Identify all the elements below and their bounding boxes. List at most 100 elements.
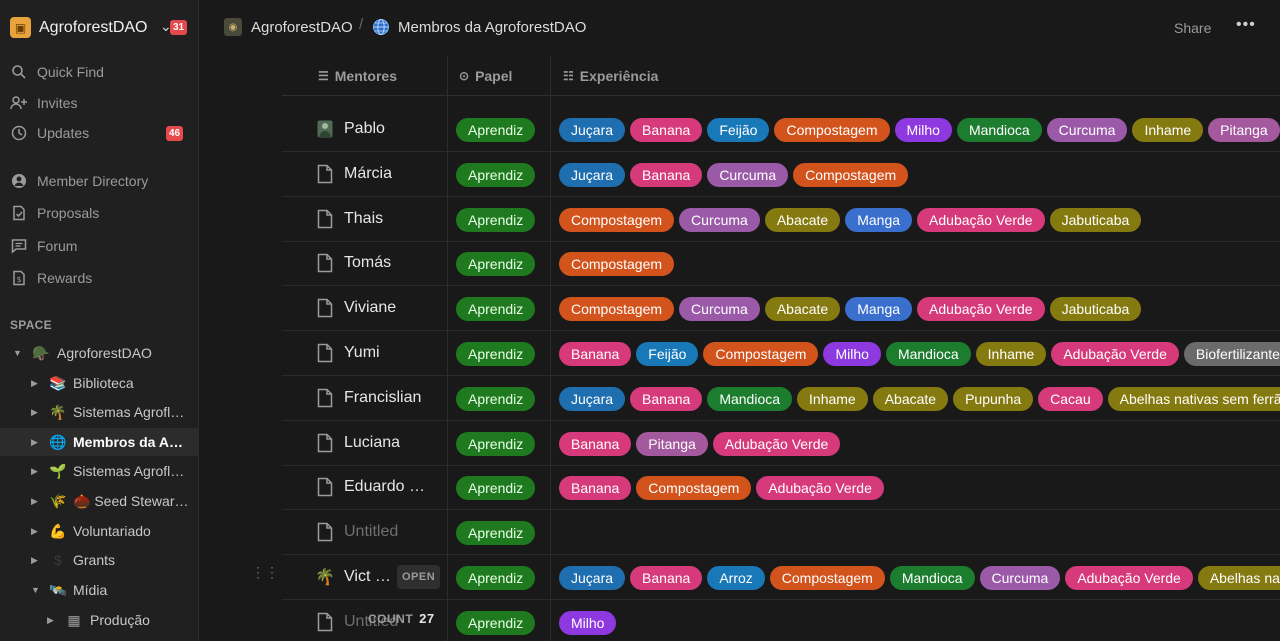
document-check-icon bbox=[10, 204, 28, 222]
breadcrumb-page[interactable]: Membros da AgroforestDAO bbox=[398, 19, 586, 36]
caret-right-icon[interactable]: ▶ bbox=[31, 437, 38, 448]
experience-tag: Feijão bbox=[707, 118, 770, 142]
row-name-cell[interactable]: Viviane bbox=[344, 299, 444, 317]
sidebar-item-member-directory[interactable]: Member Directory bbox=[0, 168, 198, 194]
column-header-mentores[interactable]: ☰ Mentores bbox=[318, 56, 397, 96]
row-name-cell[interactable]: Untitled bbox=[344, 523, 444, 541]
table-row[interactable]: Untitled Aprendiz bbox=[282, 510, 1280, 556]
experience-cell[interactable]: Juçara Banana Feijão Compostagem Milho Mandio… bbox=[559, 118, 1280, 142]
breadcrumb-root[interactable]: AgroforestDAO bbox=[251, 19, 353, 36]
list-icon: ☷ bbox=[563, 69, 574, 83]
experience-tag: Compostagem bbox=[559, 297, 675, 322]
role-tag[interactable]: Aprendiz bbox=[456, 252, 536, 277]
sidebar-item-label: Updates bbox=[37, 125, 90, 141]
tree-item-membros-da-agroforestdao[interactable]: ▶ 🌐 Membros da AgroforestDAO bbox=[0, 428, 198, 456]
role-tag[interactable]: Aprendiz bbox=[456, 162, 536, 187]
tree-item-seed-stewardship[interactable]: ▶ 🌾 🌰 Seed Stewardship bbox=[0, 487, 198, 515]
tree-item-mídia[interactable]: ▼ 🛰️ Mídia bbox=[0, 576, 198, 604]
row-name-cell[interactable]: Thais bbox=[344, 210, 444, 228]
table-row[interactable]: Eduardo … Aprendiz Banana Compostagem Adubaç… bbox=[282, 465, 1280, 511]
row-name-cell[interactable]: Luciana bbox=[344, 434, 444, 452]
page-emoji-icon: ▦ bbox=[67, 611, 81, 628]
role-tag[interactable]: Aprendiz bbox=[456, 207, 536, 232]
caret-right-icon[interactable]: ▶ bbox=[31, 555, 38, 566]
row-name-cell[interactable]: Pablo bbox=[344, 120, 444, 138]
caret-right-icon[interactable]: ▶ bbox=[31, 496, 38, 507]
column-header-experiencia[interactable]: ☷ Experiência bbox=[563, 56, 658, 96]
tree-item-agroforestdao[interactable]: ▼ 🪖 AgroforestDAO bbox=[0, 339, 198, 367]
experience-cell[interactable]: Juçara Banana Arroz Compostagem Mandioca Curc… bbox=[559, 566, 1280, 590]
role-tag[interactable]: Aprendiz bbox=[456, 521, 536, 546]
page-emoji-icon: 💪 bbox=[49, 522, 67, 539]
row-name-cell[interactable]: Yumi bbox=[344, 344, 444, 362]
experience-cell[interactable]: Banana Pitanga Adubação Verde bbox=[559, 431, 845, 456]
experience-tag: Mandioca bbox=[889, 566, 975, 590]
caret-down-icon[interactable]: ▼ bbox=[31, 585, 40, 595]
table-row[interactable]: Luciana Aprendiz Banana Pitanga Adubação Ver… bbox=[282, 421, 1280, 466]
sidebar-item-rewards[interactable]: $ Rewards bbox=[0, 265, 198, 291]
tree-item-grants[interactable]: ▶ $ Grants bbox=[0, 546, 198, 574]
column-header-papel[interactable]: ⊙ Papel bbox=[459, 56, 512, 96]
experience-tag: Mandioca bbox=[885, 342, 971, 366]
table-row[interactable]: Thais Aprendiz Compostagem Curcuma Abacate Ma… bbox=[282, 197, 1280, 242]
tree-item-sistemas-agroflorestais[interactable]: ▶ 🌱 Sistemas Agroflorestais bbox=[0, 457, 198, 485]
experience-tag: Compostagem bbox=[703, 342, 819, 366]
role-tag[interactable]: Aprendiz bbox=[456, 566, 536, 590]
more-options-icon[interactable]: ••• bbox=[1236, 16, 1256, 34]
updates-badge: 46 bbox=[166, 125, 184, 141]
tree-item-voluntariado[interactable]: ▶ 💪 Voluntariado bbox=[0, 517, 198, 545]
sidebar-item-forum[interactable]: Forum bbox=[0, 233, 198, 259]
space-section-label: SPACE bbox=[10, 318, 52, 332]
row-name-cell[interactable]: Tomás bbox=[344, 254, 444, 272]
table-row[interactable]: Pablo Aprendiz Juçara Banana Feijão Compostag… bbox=[282, 107, 1280, 152]
sidebar-item-invites[interactable]: Invites bbox=[0, 90, 198, 116]
role-tag[interactable]: Aprendiz bbox=[456, 342, 536, 366]
experience-cell[interactable]: Compostagem Curcuma Abacate Manga Adubação V… bbox=[559, 207, 1146, 232]
tree-item-sistemas-agroflorestais[interactable]: ▶ 🌴 Sistemas Agroflorestais bbox=[0, 398, 198, 426]
role-tag[interactable]: Aprendiz bbox=[456, 297, 536, 322]
caret-right-icon[interactable]: ▶ bbox=[31, 526, 38, 537]
share-button[interactable]: Share bbox=[1174, 20, 1211, 36]
table-row[interactable]: Yumi Aprendiz Banana Feijão Compostagem Milho… bbox=[282, 331, 1280, 376]
workspace-name: AgroforestDAO bbox=[39, 19, 148, 36]
row-name-cell[interactable]: Márcia bbox=[344, 165, 444, 183]
experience-cell[interactable]: Juçara Banana Mandioca Inhame Abacate Pupunha… bbox=[559, 386, 1280, 411]
sidebar-item-quick-find[interactable]: Quick Find bbox=[0, 59, 198, 85]
workspace-switcher[interactable]: ▣ AgroforestDAO ⌄ 31 bbox=[0, 8, 198, 48]
experience-tag: Abacate bbox=[764, 297, 841, 322]
drag-handle-icon[interactable]: ⋮⋮ bbox=[251, 565, 279, 579]
role-tag[interactable]: Aprendiz bbox=[456, 431, 536, 456]
experience-tag: Milho bbox=[559, 610, 617, 635]
experience-tag: Pitanga bbox=[1208, 118, 1280, 142]
experience-cell[interactable]: Compostagem Curcuma Abacate Manga Adubação V… bbox=[559, 297, 1146, 322]
caret-right-icon[interactable]: ▶ bbox=[31, 378, 38, 389]
breadcrumb-separator: / bbox=[359, 16, 364, 33]
sidebar-item-updates[interactable]: Updates 46 bbox=[0, 120, 198, 146]
caret-right-icon[interactable]: ▶ bbox=[31, 407, 38, 418]
tree-item-label: AgroforestDAO bbox=[57, 345, 152, 361]
experience-cell[interactable]: Banana Feijão Compostagem Milho Mandioca Inha… bbox=[559, 342, 1280, 366]
experience-cell[interactable]: Milho bbox=[559, 610, 621, 635]
table-row[interactable]: Tomás Aprendiz Compostagem bbox=[282, 241, 1280, 287]
table-row[interactable]: Francislian Aprendiz Juçara Banana Mandioca I… bbox=[282, 376, 1280, 421]
row-name-cell[interactable]: Eduardo … bbox=[344, 478, 444, 496]
open-row-button[interactable]: OPEN bbox=[397, 565, 441, 589]
role-tag[interactable]: Aprendiz bbox=[456, 476, 536, 501]
role-tag[interactable]: Aprendiz bbox=[456, 610, 536, 635]
count-label: COUNT bbox=[368, 612, 414, 626]
tree-item-produção[interactable]: ▶ ▦ Produção bbox=[0, 606, 198, 634]
caret-right-icon[interactable]: ▶ bbox=[31, 466, 38, 477]
table-row[interactable]: Márcia Aprendiz Juçara Banana Curcuma Compost… bbox=[282, 152, 1280, 197]
caret-down-icon[interactable]: ▼ bbox=[13, 348, 22, 358]
experience-cell[interactable]: Juçara Banana Curcuma Compostagem bbox=[559, 162, 913, 187]
caret-right-icon[interactable]: ▶ bbox=[47, 615, 54, 626]
tree-item-biblioteca[interactable]: ▶ 📚 Biblioteca bbox=[0, 369, 198, 397]
sidebar-item-label: Member Directory bbox=[37, 173, 149, 189]
sidebar-item-proposals[interactable]: Proposals bbox=[0, 200, 198, 226]
role-tag[interactable]: Aprendiz bbox=[456, 386, 536, 411]
role-tag[interactable]: Aprendiz bbox=[456, 118, 536, 142]
row-name-cell[interactable]: Francislian bbox=[344, 389, 444, 407]
table-row[interactable]: Viviane Aprendiz Compostagem Curcuma Abacate… bbox=[282, 286, 1280, 332]
experience-cell[interactable]: Compostagem bbox=[559, 252, 679, 277]
experience-cell[interactable]: Banana Compostagem Adubação Verde bbox=[559, 476, 889, 501]
